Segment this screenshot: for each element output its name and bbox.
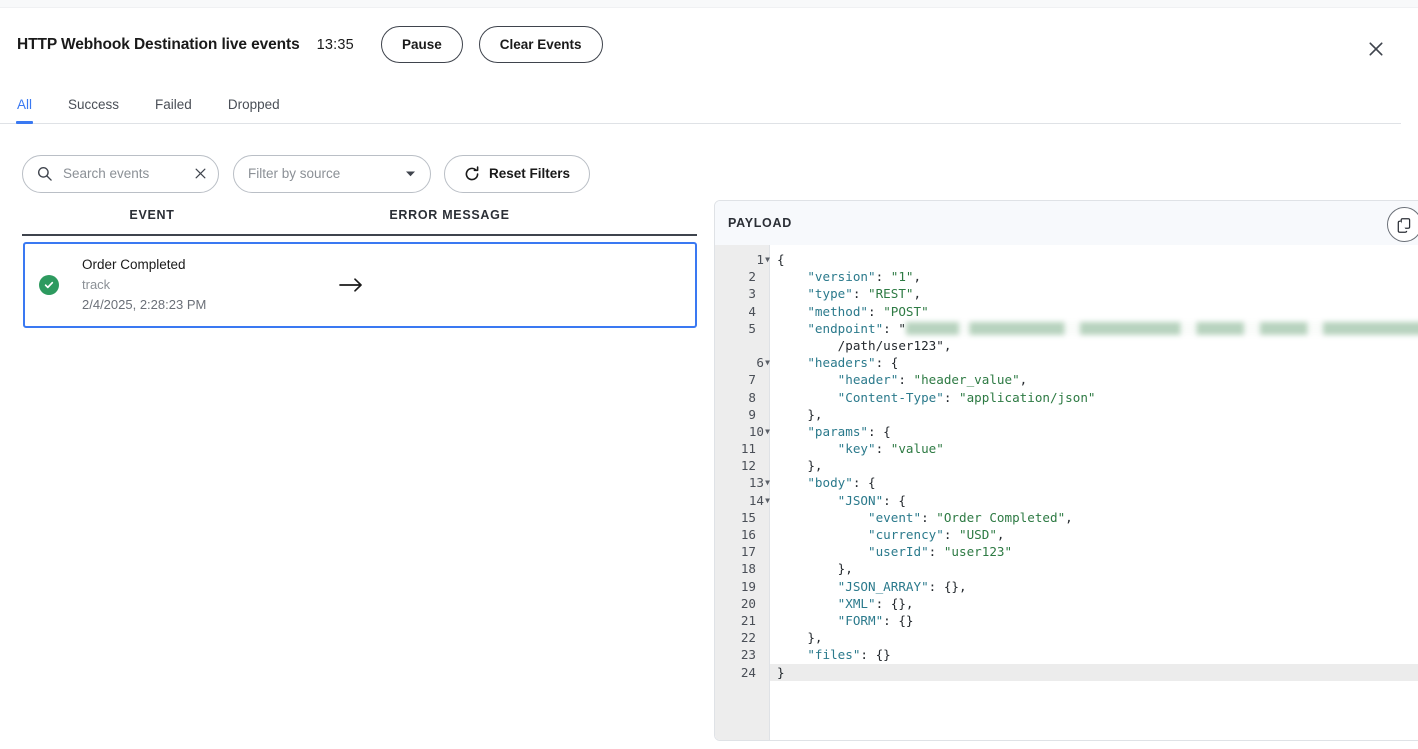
code-line: { [777, 252, 785, 267]
column-header-event: EVENT [129, 208, 175, 222]
payload-title: PAYLOAD [728, 216, 792, 230]
line-number: 18 [740, 561, 756, 577]
event-type: track [82, 277, 111, 292]
close-icon [195, 168, 205, 179]
clear-search-button[interactable] [192, 166, 208, 182]
search-icon [37, 166, 52, 181]
status-success-icon [39, 275, 59, 295]
pause-button[interactable]: Pause [380, 26, 463, 63]
code-line: "JSON": { [837, 492, 906, 508]
modal-header: HTTP Webhook Destination live events 13:… [0, 8, 1418, 81]
line-number: 16 [740, 527, 756, 542]
content-split: EVENT ERROR MESSAGE Order Completed trac… [0, 200, 1418, 741]
source-filter-select[interactable]: Filter by source [233, 154, 431, 193]
line-number: 9 [748, 406, 756, 422]
code-line: "XML": {}, [837, 595, 914, 611]
code-line: }, [807, 630, 823, 646]
code-line: "files": {} [807, 647, 891, 663]
events-list-pane: EVENT ERROR MESSAGE Order Completed trac… [0, 200, 714, 740]
filter-bar: Filter by source Reset Filters [0, 124, 1418, 200]
tab-all[interactable]: All [15, 97, 34, 124]
line-number: 2 [748, 269, 756, 285]
event-details: Order Completed track 2/4/2025, 2:28:23 … [82, 255, 206, 315]
payload-code-editor[interactable]: 1 ▼ 2 3 4 5 6 ▼ 7 8 9 10 ▼ 11 12 13 ▼ 14 ▼ 15 16 17 18 19 20 21 22… [715, 245, 1418, 740]
copy-payload-button[interactable] [1386, 207, 1418, 242]
line-number: 19 [740, 578, 756, 594]
line-number: 17 [740, 544, 756, 560]
line-number: 10 ▼ [748, 423, 770, 439]
line-number: 8 [748, 389, 756, 405]
payload-header: PAYLOAD [715, 201, 1418, 245]
code-line: "event": "Order Completed", [868, 509, 1073, 525]
code-line: } [770, 663, 1418, 681]
source-filter-value: Filter by source [248, 166, 341, 181]
line-number: 6 ▼ [756, 355, 770, 371]
line-number: 21 [740, 612, 756, 628]
payload-card: PAYLOAD 1 ▼ 2 3 4 5 6 ▼ 7 8 9 10 ▼ 11 12 13 ▼ 14 ▼ 15 16 17 18… [714, 200, 1418, 741]
code-line: /path/user123", [837, 337, 952, 353]
code-line: "FORM": {} [837, 612, 914, 628]
line-number: 12 [740, 458, 756, 474]
line-number: 5 [748, 320, 756, 336]
code-line: "headers": { [807, 355, 899, 371]
line-number: 13 ▼ [748, 475, 770, 491]
close-button[interactable] [1362, 35, 1390, 63]
code-line: "version": "1", [807, 269, 922, 285]
code-line: }, [807, 458, 823, 474]
line-number: 24 [740, 664, 756, 680]
search-field[interactable] [22, 154, 219, 193]
payload-pane: PAYLOAD 1 ▼ 2 3 4 5 6 ▼ 7 8 9 10 ▼ 11 12 13 ▼ 14 ▼ 15 16 17 18… [714, 200, 1418, 741]
chevron-down-icon [406, 171, 415, 176]
column-header-error: ERROR MESSAGE [389, 208, 510, 222]
code-line: "type": "REST", [807, 286, 922, 302]
line-number: 1 ▼ [756, 252, 770, 267]
code-line: "method": "POST" [807, 303, 929, 319]
redacted-endpoint [905, 321, 1418, 335]
code-line: "Content-Type": "application/json" [837, 389, 1096, 405]
top-strip [0, 0, 1418, 8]
code-line: "header": "header_value", [837, 372, 1028, 388]
code-line: "endpoint": " [770, 320, 1418, 337]
arrow-right-icon [339, 277, 364, 293]
refresh-icon [464, 165, 480, 182]
line-number: 20 [740, 595, 756, 611]
code-line: "userId": "user123" [868, 544, 1013, 560]
copy-icon [1398, 217, 1411, 233]
code-line: "params": { [807, 423, 891, 439]
line-number: 23 [740, 647, 756, 663]
tab-success[interactable]: Success [68, 97, 119, 123]
event-timestamp: 2/4/2025, 2:28:23 PM [82, 297, 207, 312]
tab-bar: All Success Failed Dropped [0, 81, 1401, 124]
code-line: "JSON_ARRAY": {}, [837, 578, 967, 594]
line-number: 15 [740, 509, 756, 525]
line-number: 14 ▼ [748, 492, 770, 508]
line-number: 22 [740, 630, 756, 646]
reset-filters-label: Reset Filters [489, 166, 571, 181]
search-input[interactable] [61, 165, 192, 182]
code-line: "key": "value" [837, 441, 944, 457]
line-number: 7 [748, 372, 756, 388]
tab-failed[interactable]: Failed [155, 97, 192, 123]
code-line: }, [807, 406, 823, 422]
tab-dropped[interactable]: Dropped [228, 97, 280, 123]
reset-filters-button[interactable]: Reset Filters [444, 154, 591, 193]
page-title: HTTP Webhook Destination live events [17, 35, 300, 53]
code-line: "currency": "USD", [868, 527, 1005, 542]
events-table-header: EVENT ERROR MESSAGE [22, 200, 697, 236]
line-number: 3 [748, 286, 756, 302]
line-number: 11 [740, 441, 756, 457]
line-number: 4 [748, 303, 756, 319]
editor-gutter: 1 ▼ 2 3 4 5 6 ▼ 7 8 9 10 ▼ 11 12 13 ▼ 14 ▼ 15 16 17 18 19 20 21 22… [715, 245, 770, 740]
table-row[interactable]: Order Completed track 2/4/2025, 2:28:23 … [23, 242, 697, 328]
live-clock: 13:35 [316, 36, 354, 53]
close-icon [1369, 42, 1383, 56]
code-line: }, [837, 561, 853, 577]
code-line: "body": { [807, 475, 876, 491]
event-name: Order Completed [82, 257, 186, 272]
editor-code[interactable]: { "version": "1", "type": "REST", "metho… [770, 245, 1418, 740]
clear-events-button[interactable]: Clear Events [478, 26, 603, 63]
line-number [715, 337, 769, 354]
